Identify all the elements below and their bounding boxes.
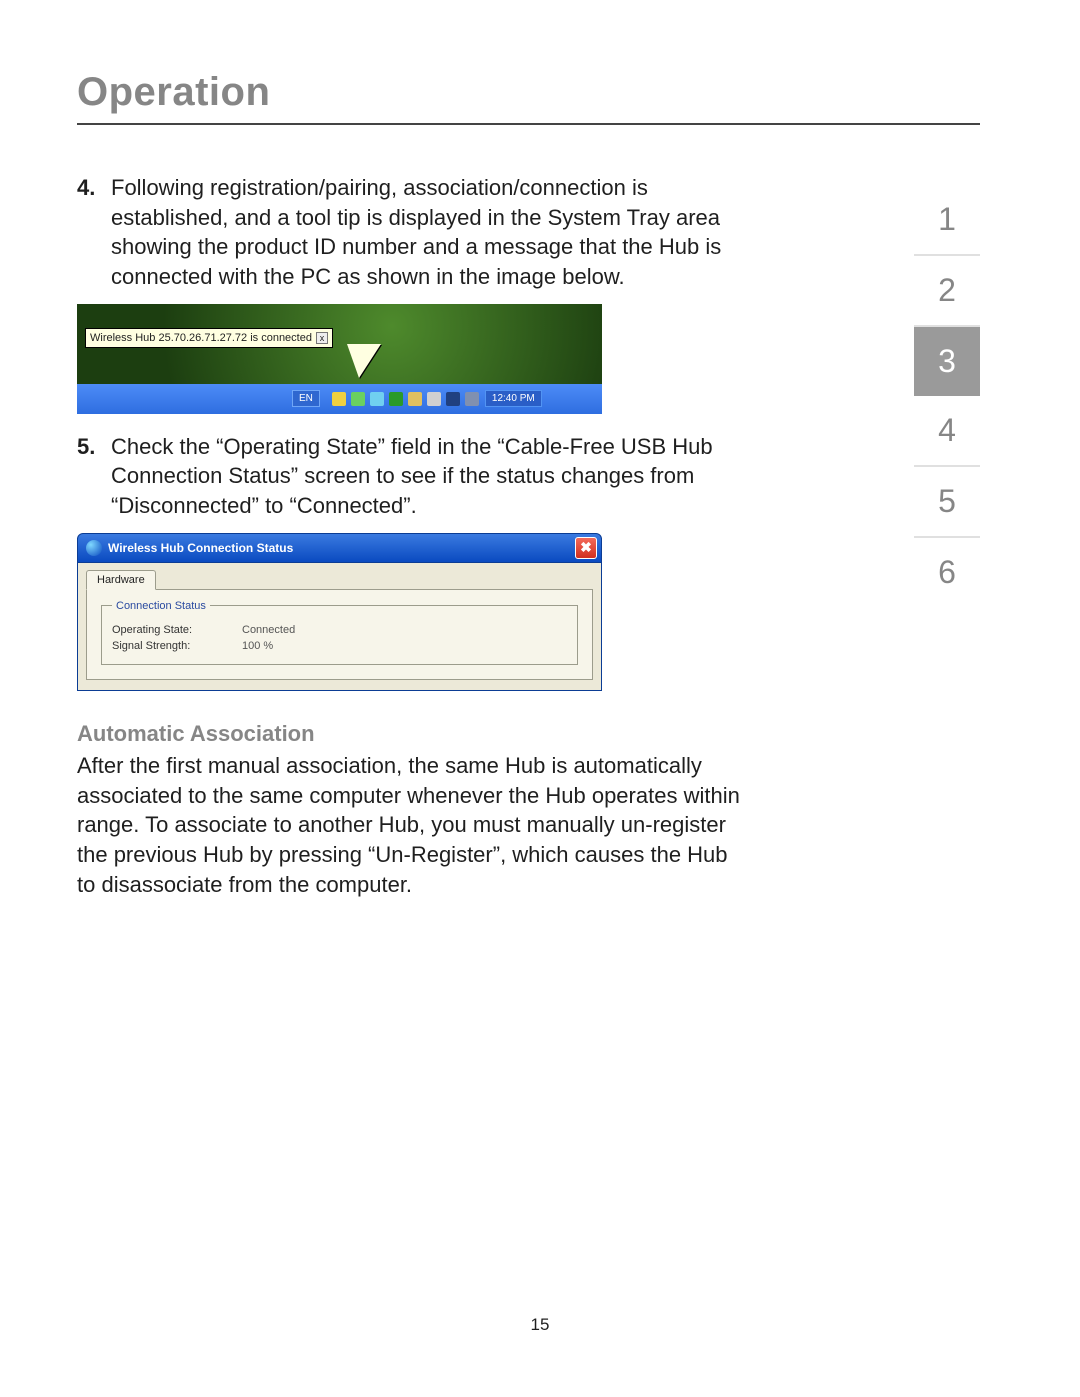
content-column: 4. Following registration/pairing, assoc…: [77, 173, 742, 899]
operating-state-value: Connected: [242, 624, 295, 636]
nav-item-2[interactable]: 2: [914, 256, 980, 327]
taskbar-clock: 12:40 PM: [485, 390, 542, 407]
signal-strength-value: 100 %: [242, 640, 273, 652]
system-tray: [332, 392, 479, 406]
manual-page: Operation 1 2 3 4 5 6 4. Following regis…: [0, 0, 1080, 1397]
tray-icon[interactable]: [408, 392, 422, 406]
nav-item-4[interactable]: 4: [914, 396, 980, 467]
tray-icon[interactable]: [446, 392, 460, 406]
tab-hardware[interactable]: Hardware: [86, 570, 156, 590]
tray-icon[interactable]: [332, 392, 346, 406]
connection-status-group: Connection Status Operating State: Conne…: [101, 600, 578, 665]
tray-icon[interactable]: [427, 392, 441, 406]
tooltip-screenshot: Wireless Hub 25.70.26.71.27.72 is connec…: [77, 304, 602, 414]
tooltip-close-icon[interactable]: x: [316, 332, 328, 344]
page-number: 15: [0, 1315, 1080, 1335]
tray-icon[interactable]: [370, 392, 384, 406]
tooltip-text: Wireless Hub 25.70.26.71.27.72 is connec…: [90, 332, 312, 344]
taskbar: EN 12:40 PM: [77, 384, 602, 414]
step-number: 5.: [77, 432, 105, 521]
tray-icon[interactable]: [351, 392, 365, 406]
nav-item-5[interactable]: 5: [914, 467, 980, 538]
window-body: Hardware Connection Status Operating Sta…: [77, 563, 602, 691]
step-4: 4. Following registration/pairing, assoc…: [77, 173, 742, 292]
step-text: Following registration/pairing, associat…: [111, 173, 742, 292]
tooltip-tail: [347, 344, 381, 378]
automatic-association-body: After the first manual association, the …: [77, 751, 742, 899]
operating-state-row: Operating State: Connected: [112, 624, 567, 636]
status-window-screenshot: Wireless Hub Connection Status ✖ Hardwar…: [77, 533, 602, 691]
language-indicator[interactable]: EN: [292, 390, 320, 407]
close-button[interactable]: ✖: [575, 537, 597, 559]
signal-strength-row: Signal Strength: 100 %: [112, 640, 567, 652]
signal-strength-label: Signal Strength:: [112, 640, 242, 652]
section-nav: 1 2 3 4 5 6: [914, 185, 980, 607]
tab-panel: Connection Status Operating State: Conne…: [86, 589, 593, 680]
window-title: Wireless Hub Connection Status: [108, 541, 293, 555]
app-icon: [86, 540, 102, 556]
connection-tooltip: Wireless Hub 25.70.26.71.27.72 is connec…: [85, 328, 333, 348]
tray-icon[interactable]: [389, 392, 403, 406]
group-legend: Connection Status: [112, 600, 210, 612]
section-heading: Operation: [77, 70, 980, 125]
nav-item-1[interactable]: 1: [914, 185, 980, 256]
step-5: 5. Check the “Operating State” field in …: [77, 432, 742, 521]
step-text: Check the “Operating State” field in the…: [111, 432, 742, 521]
nav-item-6[interactable]: 6: [914, 538, 980, 607]
nav-item-3[interactable]: 3: [914, 327, 980, 396]
tray-icon[interactable]: [465, 392, 479, 406]
window-titlebar: Wireless Hub Connection Status ✖: [77, 533, 602, 563]
automatic-association-heading: Automatic Association: [77, 721, 742, 747]
operating-state-label: Operating State:: [112, 624, 242, 636]
step-number: 4.: [77, 173, 105, 292]
